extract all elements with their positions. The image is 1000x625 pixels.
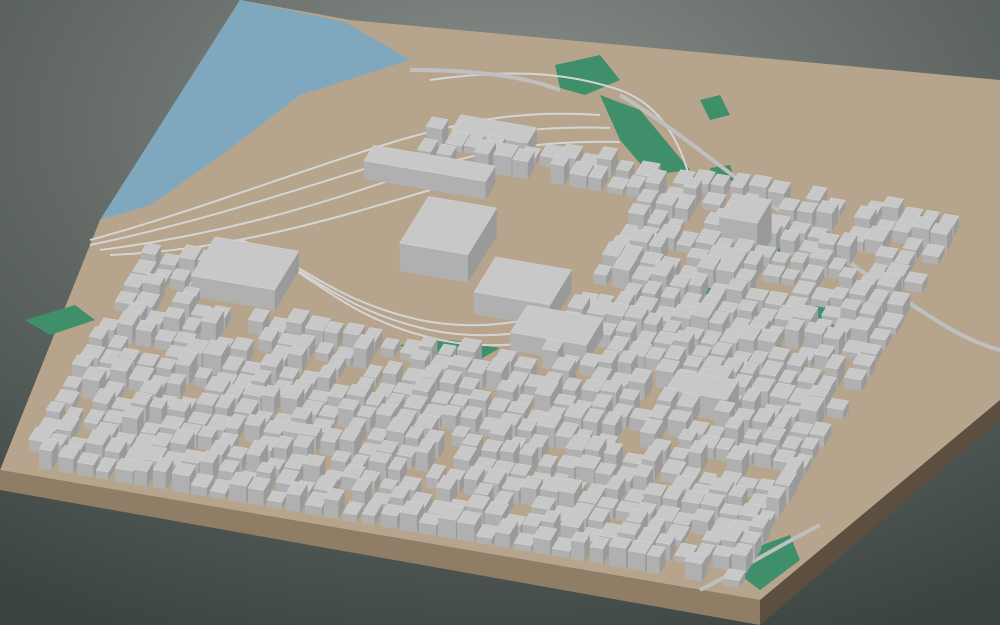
building xyxy=(753,442,777,470)
building xyxy=(135,319,158,348)
building-face-front xyxy=(590,546,603,565)
building xyxy=(570,531,591,562)
building xyxy=(684,551,708,582)
building-face-front xyxy=(457,521,475,543)
building-face-front xyxy=(571,540,585,562)
building-face-front xyxy=(248,487,264,507)
building-face-front xyxy=(647,554,660,575)
building xyxy=(712,545,735,571)
building-face-front xyxy=(172,473,190,494)
building-face-front xyxy=(197,434,212,452)
building-face-front xyxy=(493,154,512,177)
building-face-front xyxy=(441,413,456,431)
city-model-scene[interactable] xyxy=(0,0,1000,625)
building-face-front xyxy=(588,176,602,192)
building-face-front xyxy=(609,545,626,569)
building-face-front xyxy=(320,440,336,457)
building-face-front xyxy=(58,456,74,474)
map-viewport[interactable] xyxy=(0,0,1000,625)
building-face-front xyxy=(324,498,339,520)
building-face-front xyxy=(153,469,166,490)
building-face-front xyxy=(39,449,52,471)
building-face-front xyxy=(248,319,263,336)
building-face-front xyxy=(533,537,551,556)
building-face-front xyxy=(785,328,799,350)
building-face-front xyxy=(135,328,152,348)
building-face-front xyxy=(512,159,528,180)
building-face-front xyxy=(400,511,417,533)
building-face-front xyxy=(286,493,301,513)
building-face-front xyxy=(438,517,457,540)
building-face-front xyxy=(550,163,564,186)
building-face-front xyxy=(685,560,702,582)
building-face-front xyxy=(201,320,216,344)
building-face-front xyxy=(628,550,646,572)
building-face-front xyxy=(229,483,247,504)
building-face-front xyxy=(495,531,510,549)
building-face-front xyxy=(353,346,367,369)
building xyxy=(550,154,570,186)
building-face-front xyxy=(134,469,148,487)
building-face-front xyxy=(415,450,428,473)
